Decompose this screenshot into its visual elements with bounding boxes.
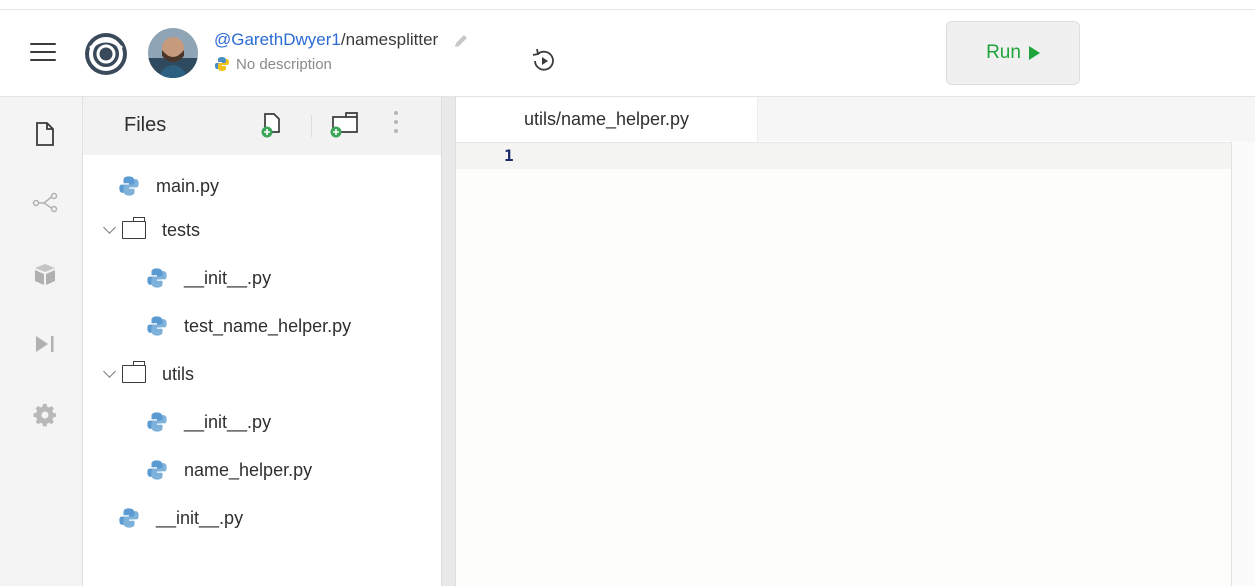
- files-title: Files: [124, 114, 167, 136]
- folder-icon: [122, 361, 146, 383]
- tree-item-label: __init__.py: [184, 411, 272, 432]
- header-divider: [311, 115, 312, 137]
- tab-name-helper[interactable]: utils/name_helper.py: [456, 97, 758, 142]
- add-file-icon[interactable]: [260, 111, 286, 139]
- settings-gear-icon[interactable]: [32, 403, 58, 429]
- tree-folder-tests[interactable]: tests: [103, 215, 201, 245]
- files-icon[interactable]: [32, 121, 58, 147]
- python-file-icon: [147, 268, 167, 288]
- panel-resize-handle[interactable]: [441, 97, 456, 586]
- tree-file-name-helper[interactable]: name_helper.py: [146, 455, 312, 485]
- files-panel-header: Files: [83, 97, 441, 155]
- debugger-icon[interactable]: [32, 331, 58, 357]
- scrollbar-header: [1231, 97, 1255, 142]
- chevron-down-icon[interactable]: [103, 364, 116, 378]
- more-options-icon[interactable]: [393, 111, 399, 137]
- tree-item-label: name_helper.py: [184, 459, 313, 480]
- tree-folder-utils[interactable]: utils: [103, 359, 195, 389]
- version-control-icon[interactable]: [32, 189, 58, 215]
- editor-scrollbar[interactable]: [1231, 142, 1255, 586]
- history-icon[interactable]: [529, 46, 559, 76]
- run-button-label: Run: [986, 42, 1021, 63]
- files-panel: Files main.py tests __init__.py test_nam…: [83, 97, 441, 586]
- packages-icon[interactable]: [32, 261, 58, 287]
- python-file-icon: [119, 508, 139, 528]
- tree-item-label: __init__.py: [156, 507, 244, 528]
- tree-file-root-init[interactable]: __init__.py: [118, 503, 243, 533]
- folder-icon: [122, 217, 146, 239]
- run-button[interactable]: Run: [946, 21, 1080, 85]
- tree-item-label: main.py: [156, 175, 220, 196]
- activity-rail: [0, 97, 83, 586]
- python-file-icon: [147, 460, 167, 480]
- header-bar: @GarethDwyer1/namesplitter No descriptio…: [0, 10, 1255, 97]
- top-border: [0, 0, 1255, 10]
- pencil-edit-icon[interactable]: [453, 33, 469, 49]
- chevron-down-icon[interactable]: [103, 220, 116, 234]
- tab-bar-empty: [758, 97, 1255, 141]
- code-editor[interactable]: utils/name_helper.py 1: [456, 97, 1255, 586]
- repl-description[interactable]: No description: [214, 56, 332, 73]
- tree-item-label: tests: [162, 219, 201, 240]
- python-file-icon: [119, 176, 139, 196]
- description-text: No description: [236, 56, 332, 73]
- active-code-line[interactable]: [456, 143, 1231, 169]
- repl-name[interactable]: namesplitter: [346, 30, 439, 49]
- python-icon: [215, 57, 229, 71]
- tab-label: utils/name_helper.py: [523, 109, 690, 129]
- python-file-icon: [147, 412, 167, 432]
- tree-file-utils-init[interactable]: __init__.py: [146, 407, 271, 437]
- add-folder-icon[interactable]: [328, 111, 362, 139]
- username-link[interactable]: @GarethDwyer1: [214, 30, 341, 49]
- replit-logo-icon[interactable]: [82, 30, 130, 78]
- tree-item-label: __init__.py: [184, 267, 272, 288]
- repl-title: @GarethDwyer1/namesplitter: [214, 30, 469, 50]
- editor-tab-bar: utils/name_helper.py: [456, 97, 1255, 143]
- tree-file-main[interactable]: main.py: [118, 171, 219, 201]
- python-file-icon: [147, 316, 167, 336]
- avatar[interactable]: [148, 28, 198, 78]
- tree-file-tests-init[interactable]: __init__.py: [146, 263, 271, 293]
- hamburger-menu-icon[interactable]: [30, 43, 56, 63]
- tree-item-label: test_name_helper.py: [184, 315, 352, 336]
- line-number: 1: [504, 146, 514, 165]
- tree-file-test-name-helper[interactable]: test_name_helper.py: [146, 311, 351, 341]
- tree-item-label: utils: [162, 363, 195, 384]
- play-icon: [1028, 46, 1040, 60]
